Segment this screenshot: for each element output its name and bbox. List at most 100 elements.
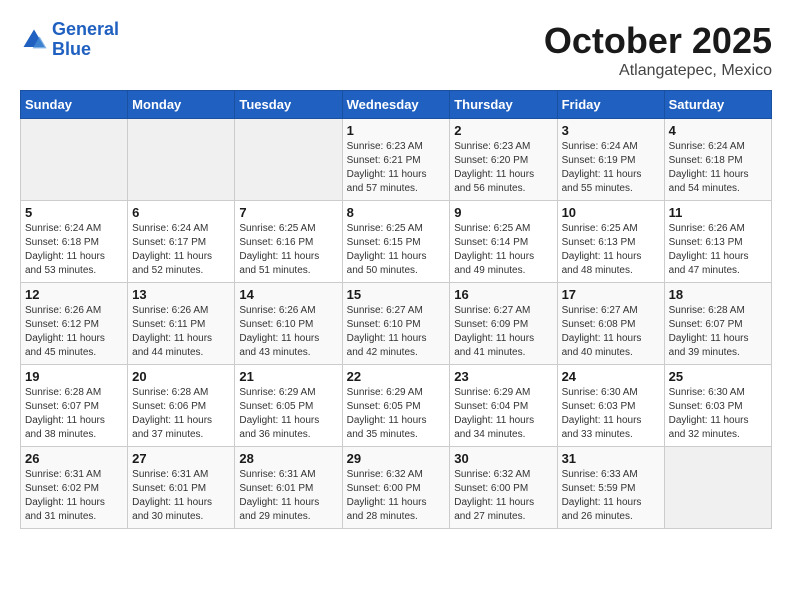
- day-info: Sunrise: 6:28 AM Sunset: 6:06 PM Dayligh…: [132, 386, 230, 442]
- day-info: Sunrise: 6:26 AM Sunset: 6:11 PM Dayligh…: [132, 304, 230, 360]
- day-info: Sunrise: 6:32 AM Sunset: 6:00 PM Dayligh…: [454, 468, 552, 524]
- day-number: 20: [132, 369, 230, 384]
- calendar-day-cell: 28Sunrise: 6:31 AM Sunset: 6:01 PM Dayli…: [235, 447, 342, 529]
- calendar-day-cell: 19 Sunrise: 6:28 AM Sunset: 6:07 PM Dayli…: [21, 365, 128, 447]
- day-info: Sunrise: 6:24 AM Sunset: 6:19 PM Dayligh…: [562, 140, 660, 196]
- day-number: 17: [562, 287, 660, 302]
- day-number: 2: [454, 123, 552, 138]
- day-number: 30: [454, 451, 552, 466]
- calendar-day-cell: 9 Sunrise: 6:25 AM Sunset: 6:14 PM Daylig…: [450, 201, 557, 283]
- day-number: 16: [454, 287, 552, 302]
- day-number: 12: [25, 287, 123, 302]
- day-info: Sunrise: 6:30 AM Sunset: 6:03 PM Dayligh…: [562, 386, 660, 442]
- calendar-week-row: 1 Sunrise: 6:23 AM Sunset: 6:21 PM Daylig…: [21, 119, 772, 201]
- day-number: 11: [669, 205, 767, 220]
- day-number: 10: [562, 205, 660, 220]
- day-info: Sunrise: 6:27 AM Sunset: 6:09 PM Dayligh…: [454, 304, 552, 360]
- calendar-week-row: 12Sunrise: 6:26 AM Sunset: 6:12 PM Dayli…: [21, 283, 772, 365]
- day-number: 4: [669, 123, 767, 138]
- calendar-day-cell: 29Sunrise: 6:32 AM Sunset: 6:00 PM Dayli…: [342, 447, 450, 529]
- day-info: Sunrise: 6:24 AM Sunset: 6:18 PM Dayligh…: [25, 222, 123, 278]
- day-number: 31: [562, 451, 660, 466]
- day-number: 6: [132, 205, 230, 220]
- calendar-day-cell: 8 Sunrise: 6:25 AM Sunset: 6:15 PM Daylig…: [342, 201, 450, 283]
- calendar-day-cell: 21 Sunrise: 6:29 AM Sunset: 6:05 PM Dayli…: [235, 365, 342, 447]
- day-info: Sunrise: 6:31 AM Sunset: 6:01 PM Dayligh…: [132, 468, 230, 524]
- calendar-day-cell: 2 Sunrise: 6:23 AM Sunset: 6:20 PM Daylig…: [450, 119, 557, 201]
- calendar-day-cell: 6 Sunrise: 6:24 AM Sunset: 6:17 PM Daylig…: [128, 201, 235, 283]
- calendar-week-row: 19 Sunrise: 6:28 AM Sunset: 6:07 PM Dayli…: [21, 365, 772, 447]
- day-info: Sunrise: 6:25 AM Sunset: 6:14 PM Dayligh…: [454, 222, 552, 278]
- weekday-header: Friday: [557, 91, 664, 119]
- day-number: 5: [25, 205, 123, 220]
- day-number: 19: [25, 369, 123, 384]
- day-number: 13: [132, 287, 230, 302]
- calendar-day-cell: 18Sunrise: 6:28 AM Sunset: 6:07 PM Dayli…: [664, 283, 771, 365]
- day-info: Sunrise: 6:29 AM Sunset: 6:05 PM Dayligh…: [239, 386, 337, 442]
- day-info: Sunrise: 6:29 AM Sunset: 6:04 PM Dayligh…: [454, 386, 552, 442]
- day-info: Sunrise: 6:26 AM Sunset: 6:13 PM Dayligh…: [669, 222, 767, 278]
- calendar-day-cell: [21, 119, 128, 201]
- day-number: 26: [25, 451, 123, 466]
- day-number: 8: [347, 205, 446, 220]
- day-number: 15: [347, 287, 446, 302]
- day-info: Sunrise: 6:32 AM Sunset: 6:00 PM Dayligh…: [347, 468, 446, 524]
- day-info: Sunrise: 6:27 AM Sunset: 6:10 PM Dayligh…: [347, 304, 446, 360]
- calendar-day-cell: 5 Sunrise: 6:24 AM Sunset: 6:18 PM Daylig…: [21, 201, 128, 283]
- logo-general: General: [52, 19, 119, 39]
- calendar-day-cell: [128, 119, 235, 201]
- day-number: 22: [347, 369, 446, 384]
- calendar-day-cell: 11 Sunrise: 6:26 AM Sunset: 6:13 PM Dayli…: [664, 201, 771, 283]
- day-number: 23: [454, 369, 552, 384]
- day-info: Sunrise: 6:30 AM Sunset: 6:03 PM Dayligh…: [669, 386, 767, 442]
- page-header: General Blue October 2025 Atlangatepec, …: [20, 20, 772, 80]
- weekday-header: Monday: [128, 91, 235, 119]
- calendar-day-cell: 16 Sunrise: 6:27 AM Sunset: 6:09 PM Dayli…: [450, 283, 557, 365]
- calendar-day-cell: 30 Sunrise: 6:32 AM Sunset: 6:00 PM Dayli…: [450, 447, 557, 529]
- day-info: Sunrise: 6:25 AM Sunset: 6:13 PM Dayligh…: [562, 222, 660, 278]
- calendar-day-cell: 25 Sunrise: 6:30 AM Sunset: 6:03 PM Dayli…: [664, 365, 771, 447]
- weekday-header: Tuesday: [235, 91, 342, 119]
- calendar-day-cell: 27 Sunrise: 6:31 AM Sunset: 6:01 PM Dayli…: [128, 447, 235, 529]
- weekday-header: Sunday: [21, 91, 128, 119]
- logo-text: General Blue: [52, 20, 119, 60]
- day-info: Sunrise: 6:28 AM Sunset: 6:07 PM Dayligh…: [669, 304, 767, 360]
- calendar-day-cell: 20 Sunrise: 6:28 AM Sunset: 6:06 PM Dayli…: [128, 365, 235, 447]
- day-number: 3: [562, 123, 660, 138]
- weekday-header: Thursday: [450, 91, 557, 119]
- day-number: 1: [347, 123, 446, 138]
- location-subtitle: Atlangatepec, Mexico: [544, 62, 772, 80]
- day-number: 14: [239, 287, 337, 302]
- calendar-day-cell: [235, 119, 342, 201]
- day-number: 27: [132, 451, 230, 466]
- day-number: 21: [239, 369, 337, 384]
- weekday-header: Wednesday: [342, 91, 450, 119]
- calendar-day-cell: 12Sunrise: 6:26 AM Sunset: 6:12 PM Dayli…: [21, 283, 128, 365]
- calendar-week-row: 26Sunrise: 6:31 AM Sunset: 6:02 PM Dayli…: [21, 447, 772, 529]
- day-info: Sunrise: 6:33 AM Sunset: 5:59 PM Dayligh…: [562, 468, 660, 524]
- day-info: Sunrise: 6:23 AM Sunset: 6:20 PM Dayligh…: [454, 140, 552, 196]
- calendar-day-cell: 14Sunrise: 6:26 AM Sunset: 6:10 PM Dayli…: [235, 283, 342, 365]
- day-info: Sunrise: 6:24 AM Sunset: 6:17 PM Dayligh…: [132, 222, 230, 278]
- day-number: 25: [669, 369, 767, 384]
- calendar-day-cell: 23 Sunrise: 6:29 AM Sunset: 6:04 PM Dayli…: [450, 365, 557, 447]
- day-number: 24: [562, 369, 660, 384]
- calendar-day-cell: 31 Sunrise: 6:33 AM Sunset: 5:59 PM Dayli…: [557, 447, 664, 529]
- title-block: October 2025 Atlangatepec, Mexico: [544, 20, 772, 80]
- day-info: Sunrise: 6:25 AM Sunset: 6:15 PM Dayligh…: [347, 222, 446, 278]
- calendar-day-cell: 7Sunrise: 6:25 AM Sunset: 6:16 PM Daylig…: [235, 201, 342, 283]
- calendar-week-row: 5 Sunrise: 6:24 AM Sunset: 6:18 PM Daylig…: [21, 201, 772, 283]
- day-info: Sunrise: 6:28 AM Sunset: 6:07 PM Dayligh…: [25, 386, 123, 442]
- day-number: 7: [239, 205, 337, 220]
- logo: General Blue: [20, 20, 119, 60]
- day-number: 9: [454, 205, 552, 220]
- day-info: Sunrise: 6:27 AM Sunset: 6:08 PM Dayligh…: [562, 304, 660, 360]
- calendar-day-cell: 13 Sunrise: 6:26 AM Sunset: 6:11 PM Dayli…: [128, 283, 235, 365]
- logo-icon: [20, 26, 48, 54]
- weekday-header-row: SundayMondayTuesdayWednesdayThursdayFrid…: [21, 91, 772, 119]
- weekday-header: Saturday: [664, 91, 771, 119]
- calendar-day-cell: 10 Sunrise: 6:25 AM Sunset: 6:13 PM Dayli…: [557, 201, 664, 283]
- day-info: Sunrise: 6:23 AM Sunset: 6:21 PM Dayligh…: [347, 140, 446, 196]
- day-info: Sunrise: 6:31 AM Sunset: 6:01 PM Dayligh…: [239, 468, 337, 524]
- month-title: October 2025: [544, 20, 772, 62]
